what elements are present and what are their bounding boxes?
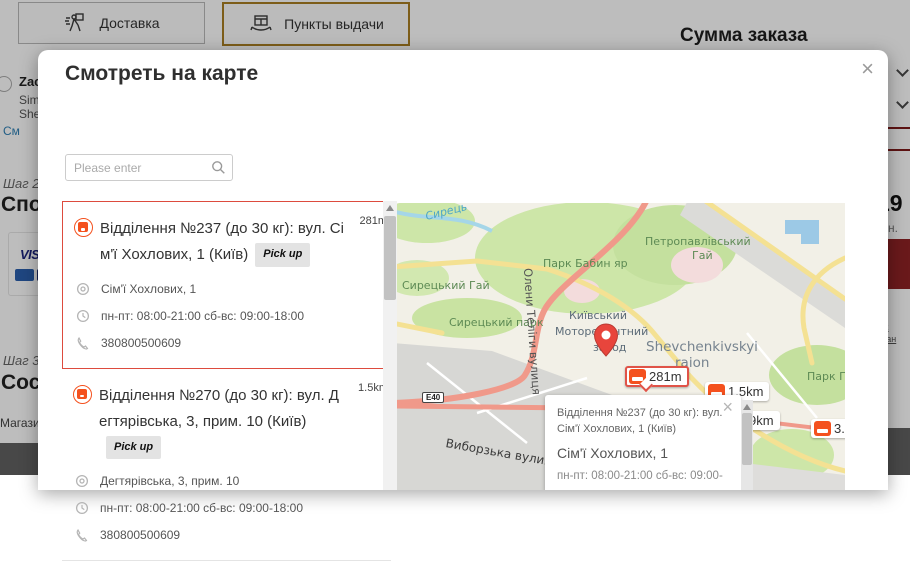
list-scrollbar[interactable]	[383, 201, 397, 490]
popup-close-icon[interactable]: ×	[722, 397, 733, 418]
popup-scrollbar[interactable]	[741, 400, 753, 490]
map-popup: × Відділення №237 (до 30 кг): вул. Сім'ї…	[545, 395, 741, 490]
search-box	[65, 154, 233, 181]
phone-icon	[76, 336, 90, 350]
pickup-list: Відділення №237 (до 30 кг): вул. Сім'ї Х…	[62, 201, 391, 561]
road-badge-e40: E40	[422, 392, 444, 403]
clock-icon	[76, 309, 90, 323]
clock-icon	[75, 501, 89, 515]
pickup-map-modal: Смотреть на карте × Відділення №237 (до …	[38, 50, 888, 490]
locker-marker-icon	[814, 421, 831, 436]
marker-selected[interactable]: 281m	[625, 366, 689, 387]
scrollbar-thumb[interactable]	[742, 413, 752, 465]
map-label-petro2: Гай	[692, 249, 713, 262]
scrollbar-thumb[interactable]	[384, 216, 396, 300]
pickup-phone: 380800500609	[101, 336, 181, 350]
map-label-raion-name: Shevchenkivskyi	[646, 339, 758, 355]
popup-hours: пн-пт: 08:00-21:00 сб-вс: 09:00-	[557, 470, 729, 482]
locker-icon	[73, 385, 92, 404]
locker-marker-icon	[629, 369, 646, 384]
pickup-badge: Pick up	[106, 436, 161, 459]
pickup-item[interactable]: Відділення №237 (до 30 кг): вул. Сім'ї Х…	[62, 201, 391, 369]
modal-title: Смотреть на карте	[65, 62, 258, 86]
scroll-up-arrow[interactable]	[386, 205, 394, 211]
search-input[interactable]	[74, 161, 211, 175]
pickup-item[interactable]: Відділення №270 (до 30 кг): вул. Дегтярі…	[62, 369, 391, 561]
map-label-syretskyi-hai: Сирецький Гай	[402, 279, 490, 292]
marker-distance: 3.2	[834, 421, 845, 436]
marker-4[interactable]: 3.2	[811, 419, 845, 438]
pickup-hours: пн-пт: 08:00-21:00 сб-вс: 09:00-18:00	[101, 309, 304, 323]
phone-icon	[75, 528, 89, 542]
location-icon	[75, 474, 89, 488]
pickup-address: Дегтярівська, 3, прим. 10	[100, 474, 239, 488]
close-icon[interactable]: ×	[861, 58, 874, 80]
pickup-item-title: Відділення №270 (до 30 кг): вул. Дегтярі…	[99, 387, 339, 430]
marker-distance: 281m	[649, 369, 682, 384]
pickup-phone: 380800500609	[100, 528, 180, 542]
pickup-hours: пн-пт: 08:00-21:00 сб-вс: 09:00-18:00	[100, 501, 303, 515]
map-panel[interactable]: Сирець Петропавлівський Гай Парк Бабин я…	[397, 203, 845, 490]
map-label-plant1: Київський	[569, 309, 627, 322]
scroll-up-arrow[interactable]	[743, 404, 751, 410]
map-label-babyn: Парк Бабин яр	[543, 257, 628, 270]
location-icon	[76, 282, 90, 296]
map-label-petro1: Петропавлівський	[645, 235, 751, 248]
popup-address: Сім'ї Хохлових, 1	[557, 445, 729, 461]
pickup-address: Сім'ї Хохлових, 1	[101, 282, 196, 296]
pickup-badge: Pick up	[255, 243, 310, 266]
popup-title: Відділення №237 (до 30 кг): вул. Сім'ї Х…	[557, 406, 723, 438]
map-label-peiza-park: Парк Пейзажна	[807, 370, 845, 383]
search-icon[interactable]	[211, 160, 226, 175]
map-pin-icon[interactable]	[593, 323, 619, 357]
locker-icon	[74, 218, 93, 237]
